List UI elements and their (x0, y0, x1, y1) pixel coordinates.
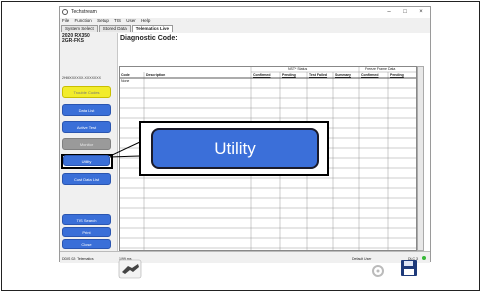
trouble-codes-button[interactable]: Trouble Codes (62, 86, 111, 98)
utility-callout-box: Utility (139, 121, 329, 176)
vin-label: 2HMXXXXXX-XXXXXXX (62, 76, 101, 80)
tab-system-select[interactable]: System Select (61, 25, 98, 32)
col-description[interactable]: Description (146, 73, 165, 77)
col-confirmed[interactable]: Confirmed (253, 73, 271, 77)
table-scrollbar[interactable] (417, 66, 424, 251)
vehicle-engine: 2GR-FKS (62, 38, 84, 44)
handshake-icon[interactable] (118, 258, 143, 280)
menu-help[interactable]: Help (141, 18, 150, 23)
monitor-button[interactable]: Monitor (62, 138, 111, 150)
nst-status-header: NST* Status (288, 67, 308, 71)
col-code[interactable]: Code (121, 73, 130, 77)
freeze-frame-header: Freeze Frame Data (365, 67, 396, 71)
utility-button[interactable]: Utility (63, 155, 110, 166)
menu-bar: File Function Setup TIS User Help (62, 18, 154, 25)
gear-icon[interactable] (369, 262, 387, 280)
window-title: Techstream (71, 9, 97, 15)
callout-connector (110, 141, 141, 158)
tis-search-button[interactable]: TIS Search (62, 214, 111, 225)
save-icon[interactable] (399, 258, 419, 278)
menu-setup[interactable]: Setup (97, 18, 109, 23)
status-connection: DDIS 02: Telematics (62, 257, 94, 261)
menu-user[interactable]: User (126, 18, 136, 23)
close-button[interactable]: Close (62, 239, 111, 249)
tab-telematics-live[interactable]: Telematics Live (131, 25, 173, 32)
tab-stored-data[interactable]: Stored Data (98, 25, 131, 32)
status-user: Default User (352, 257, 372, 261)
close-window-button[interactable]: × (414, 7, 428, 17)
vehicle-info: 2020 RX350 2GR-FKS (62, 34, 90, 44)
table-row-none: None (121, 79, 130, 83)
data-list-button[interactable]: Data List (62, 104, 111, 116)
maximize-button[interactable]: □ (398, 7, 412, 17)
connection-indicator-icon (422, 256, 426, 260)
menu-function[interactable]: Function (75, 18, 92, 23)
col-ffd-confirmed[interactable]: Confirmed (361, 73, 379, 77)
utility-callout-label: Utility (151, 128, 319, 169)
minimize-button[interactable]: – (382, 7, 396, 17)
print-button[interactable]: Print (62, 227, 111, 237)
menu-file[interactable]: File (62, 18, 69, 23)
title-bar: Techstream – □ × (60, 7, 430, 18)
col-summary[interactable]: Summary (335, 73, 351, 77)
col-pending[interactable]: Pending (282, 73, 296, 77)
col-ffd-pending[interactable]: Pending (390, 73, 404, 77)
page-title: Diagnostic Code: (120, 35, 178, 42)
active-test-button[interactable]: Active Test (62, 121, 111, 133)
app-icon (62, 9, 68, 15)
cust-data-list-button[interactable]: Cust Data List (62, 173, 111, 185)
col-test-failed[interactable]: Test Failed (309, 73, 327, 77)
tab-bar: System Select Stored Data Telematics Live (61, 25, 174, 32)
menu-tis[interactable]: TIS (114, 18, 121, 23)
